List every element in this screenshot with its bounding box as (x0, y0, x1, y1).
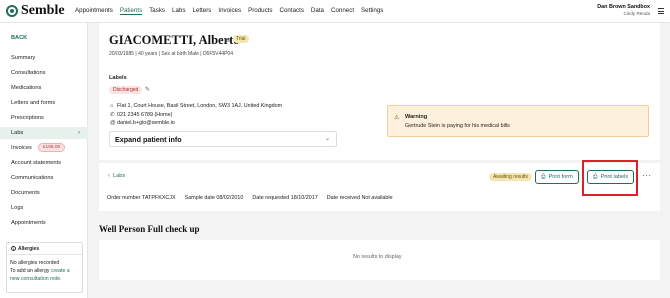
patient-sidebar: BACK Summary Consultations Medications L… (0, 23, 88, 298)
sidebar-item-label: Logs (11, 205, 24, 211)
allergies-header: i Allergies (7, 243, 82, 255)
chevron-right-icon: › (78, 130, 80, 136)
labels-heading: Labels (109, 75, 127, 81)
sidebar-item-summary[interactable]: Summary (0, 52, 88, 64)
sidebar-item-consultations[interactable]: Consultations (0, 67, 88, 79)
printer-icon: ⎙ (541, 174, 546, 180)
date-received: Date received Not available (326, 195, 393, 201)
no-results-text: No results to display (353, 254, 402, 260)
info-icon: i (11, 246, 16, 251)
at-icon: @ (110, 120, 116, 126)
order-number: Order number TATPFKXCJX (107, 195, 176, 201)
more-options-icon[interactable]: ··· (642, 171, 652, 180)
sidebar-item-label: Medications (11, 85, 42, 91)
home-icon: ⌂ (110, 103, 114, 109)
expand-patient-info-button[interactable]: Expand patient info ⌄ (109, 131, 337, 147)
nav-appointments[interactable]: Appointments (75, 7, 113, 14)
status-badge: Awaiting results (489, 173, 532, 181)
expand-label: Expand patient info (115, 135, 182, 144)
nav-letters[interactable]: Letters (192, 7, 211, 14)
nav-settings[interactable]: Settings (361, 7, 383, 14)
test-title: Well Person Full check up (99, 224, 200, 234)
semble-logo[interactable]: Semble (6, 4, 65, 18)
sidebar-item-label: Prescriptions (11, 115, 44, 121)
user-name: Dan Brown Sandbox (597, 4, 650, 10)
sidebar-item-account-statements[interactable]: Account statements (0, 157, 88, 169)
top-navbar: Semble Appointments Patients Tasks Labs … (0, 0, 670, 23)
email-text: daniel.b+glo@semble.io (117, 120, 175, 126)
nav-invoices[interactable]: Invoices (218, 7, 241, 14)
patient-title: Mr (225, 38, 231, 44)
patient-address: ⌂ Flat 1, Court House, Basil Street, Lond… (110, 103, 282, 109)
nav-products[interactable]: Products (248, 7, 272, 14)
sidebar-item-label: Account statements (11, 160, 61, 166)
nav-data[interactable]: Data (311, 7, 324, 14)
labs-back-link[interactable]: ‹ Labs (108, 173, 125, 179)
nav-labs[interactable]: Labs (172, 7, 185, 14)
nav-contacts[interactable]: Contacts (280, 7, 304, 14)
edit-pencil-icon[interactable]: ✎ (145, 86, 150, 93)
labs-back-label: Labs (112, 173, 126, 179)
nav-tasks[interactable]: Tasks (149, 7, 165, 14)
sidebar-item-label: Appointments (11, 220, 46, 226)
sidebar-item-prescriptions[interactable]: Prescriptions (0, 112, 88, 124)
warning-banner: ⚠ Warning Gertrude Stein is paying for h… (387, 105, 649, 137)
sample-date: Sample date 08/02/2010 (184, 195, 244, 201)
sidebar-item-label: Consultations (11, 70, 46, 76)
sidebar-item-documents[interactable]: Documents (0, 187, 88, 199)
sidebar-item-label: Labs (11, 130, 24, 136)
sidebar-item-medications[interactable]: Medications (0, 82, 88, 94)
allergies-panel: i Allergies No allergies recorded To add… (6, 242, 83, 293)
order-details: Order number TATPFKXCJX Sample date 08/0… (107, 195, 393, 201)
phone-text: 021 2345 6789 (Home) (117, 112, 173, 118)
sidebar-item-label: Invoices (11, 145, 32, 151)
trial-badge: Trial (233, 35, 249, 43)
sidebar-item-labs[interactable]: Labs › (0, 127, 88, 139)
allergies-body: No allergies recorded To add an allergy … (7, 255, 82, 287)
print-form-button[interactable]: ⎙ Print form (535, 170, 579, 184)
sidebar-item-letters-and-forms[interactable]: Letters and forms (0, 97, 88, 109)
address-text: Flat 1, Court House, Basil Street, Londo… (117, 103, 283, 109)
hamburger-menu-icon[interactable] (658, 8, 664, 16)
warning-title: Warning (405, 114, 428, 120)
sidebar-item-logs[interactable]: Logs (0, 202, 88, 214)
back-link[interactable]: BACK (11, 35, 27, 41)
no-allergies-text: No allergies recorded (10, 260, 60, 266)
sidebar-item-appointments[interactable]: Appointments (0, 217, 88, 229)
phone-icon: ✆ (110, 112, 115, 118)
invoice-balance-badge: £185.00 (37, 143, 66, 152)
add-allergy-text: To add an allergy (10, 268, 51, 274)
semble-logo-icon (6, 5, 18, 17)
highlight-box (582, 160, 638, 196)
date-requested: Date requested 18/10/2017 (252, 195, 318, 201)
sidebar-item-invoices[interactable]: Invoices £185.00 (0, 142, 88, 154)
nav-patients[interactable]: Patients (120, 7, 142, 14)
print-form-label: Print form (548, 174, 573, 180)
discharged-label: Discharged (109, 86, 143, 94)
warning-icon: ⚠ (394, 115, 400, 121)
patient-phone: ✆ 021 2345 6789 (Home) (110, 112, 172, 118)
warning-body: Gertrude Stein is paying for his medical… (405, 123, 510, 129)
patient-name: GIACOMETTI, Alberto (109, 33, 240, 47)
patient-meta: 20/03/1985 | 40 years | Sex at birth Mal… (109, 51, 233, 57)
allergies-title: Allergies (18, 245, 40, 252)
main-nav: Appointments Patients Tasks Labs Letters… (75, 7, 383, 14)
user-org: Cindy Renda (623, 11, 650, 16)
nav-connect[interactable]: Connect (331, 7, 354, 14)
app-name: Semble (21, 3, 65, 18)
sidebar-item-label: Summary (11, 55, 36, 61)
chevron-down-icon: ⌄ (324, 136, 330, 142)
sidebar-item-communications[interactable]: Communications (0, 172, 88, 184)
results-panel (99, 240, 660, 280)
sidebar-item-label: Documents (11, 190, 40, 196)
sidebar-item-label: Communications (11, 175, 54, 181)
user-menu[interactable]: Dan Brown Sandbox Cindy Renda (597, 4, 650, 16)
patient-email: @ daniel.b+glo@semble.io (110, 120, 175, 126)
sidebar-item-label: Letters and forms (11, 100, 56, 106)
